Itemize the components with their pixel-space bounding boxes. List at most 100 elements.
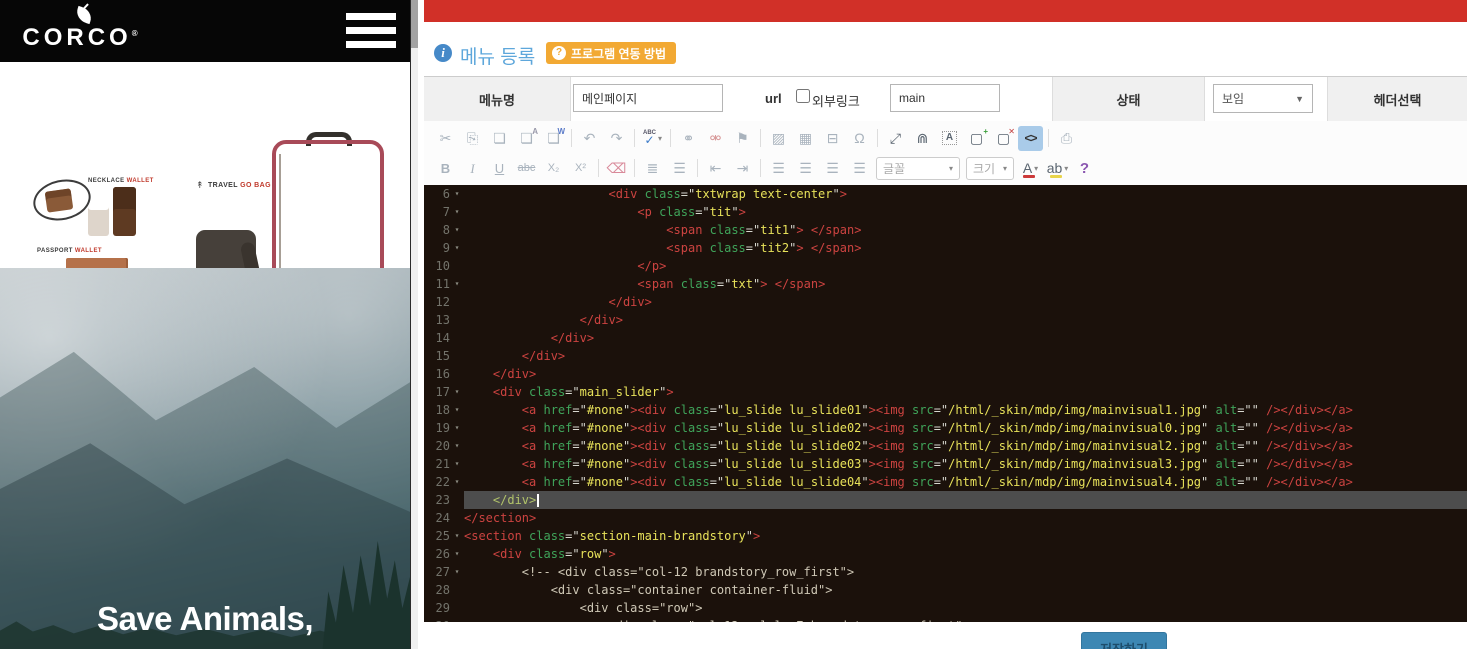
source-icon[interactable]: <> [1018,126,1043,151]
indent-icon[interactable]: ⇥ [730,156,755,181]
fold-caret-icon[interactable]: ▾ [450,275,464,293]
spellcheck-icon[interactable]: ABC✓▾ [640,126,665,151]
paste-icon[interactable]: ❏ [487,126,512,151]
code-line-18: 18▾ <a href="#none"><div class="lu_slide… [424,401,1467,419]
special-char-icon[interactable]: Ω [847,126,872,151]
maximize-icon[interactable]: ⤢ [883,126,908,151]
remove-comment-icon[interactable]: ▢✕ [991,126,1016,151]
fold-caret-icon[interactable]: ▾ [450,473,464,491]
unlink-icon[interactable]: ⚮ [703,126,728,151]
align-right-icon[interactable]: ☰ [820,156,845,181]
table-icon[interactable]: ▦ [793,126,818,151]
code-text: <div class="container container-fluid"> [464,581,1467,599]
outdent-icon[interactable]: ⇤ [703,156,728,181]
fold-caret-icon[interactable]: ▾ [450,221,464,239]
numbered-list-icon[interactable]: ≣ [640,156,665,181]
line-number: 12 [424,293,450,311]
align-center-icon[interactable]: ☰ [793,156,818,181]
line-number: 23 [424,491,450,509]
copy-icon[interactable]: ⎘ [460,126,485,151]
bullet-list-icon[interactable]: ☰ [667,156,692,181]
code-text: <span class="tit1"> </span> [464,221,1467,239]
chevron-down-icon: ▼ [1295,94,1304,104]
align-left-icon[interactable]: ☰ [766,156,791,181]
remove-format-icon[interactable]: ⌫ [604,156,629,181]
image-icon[interactable]: ▨ [766,126,791,151]
font-dropdown[interactable]: 글꼴▾ [876,157,960,180]
strikethrough-icon[interactable]: abc [514,156,539,181]
code-text: </div> [464,365,1467,383]
undo-icon[interactable]: ↶ [577,126,602,151]
paste-text-icon[interactable]: ❏A [514,126,539,151]
bold-icon[interactable]: B [433,156,458,181]
code-line-9: 9▾ <span class="tit2"> </span> [424,239,1467,257]
fold-caret-icon[interactable]: ▾ [450,239,464,257]
fold-caret-icon[interactable]: ▾ [450,203,464,221]
menu-name-input[interactable] [573,84,723,112]
link-icon[interactable]: ⚭ [676,126,701,151]
chevron-down-icon: ▾ [1064,164,1068,173]
fold-spacer [450,491,464,509]
text-color-icon[interactable]: A▾ [1018,156,1043,181]
size-dropdown-label: 크기 [973,160,995,177]
fold-caret-icon[interactable]: ▾ [450,527,464,545]
toolbar-row-1: ✂⎘❏❏A❏W ↶↷ ABC✓▾ ⚭⚮⚑ ▨▦⊟Ω ⤢⋒A▢+▢✕<> ⎙ [432,123,1467,153]
code-text: <div class="row"> [464,545,1467,563]
about-icon[interactable]: ? [1072,156,1097,181]
screen: CORCO® NECKLACE WALLET PASSPORT WALLET ↟… [0,0,1467,649]
site-logo[interactable]: CORCO® [20,4,140,58]
select-all-icon[interactable]: A [937,126,962,151]
fold-caret-icon[interactable]: ▾ [450,437,464,455]
new-comment-icon[interactable]: ▢+ [964,126,989,151]
align-justify-icon[interactable]: ☰ [847,156,872,181]
scrollbar-thumb[interactable] [411,0,418,48]
fold-caret-icon[interactable]: ▾ [450,563,464,581]
fold-caret-icon[interactable]: ▾ [450,401,464,419]
paste-word-icon[interactable]: ❏W [541,126,566,151]
subscript-icon[interactable]: X₂ [541,156,566,181]
cut-icon[interactable]: ✂ [433,126,458,151]
palm-tree-icon: ↟ [196,180,204,191]
code-line-19: 19▾ <a href="#none"><div class="lu_slide… [424,419,1467,437]
hamburger-menu-icon[interactable] [346,13,396,49]
superscript-icon[interactable]: X² [568,156,593,181]
url-label: url [765,91,782,106]
find-replace-icon[interactable]: ⋒ [910,126,935,151]
url-input[interactable] [890,84,1000,112]
print-icon[interactable]: ⎙ [1054,126,1079,151]
source-code-editor[interactable]: 6▾ <div class="txtwrap text-center">7▾ <… [424,185,1467,622]
fold-caret-icon[interactable]: ▾ [450,419,464,437]
editor-toolbar: ✂⎘❏❏A❏W ↶↷ ABC✓▾ ⚭⚮⚑ ▨▦⊟Ω ⤢⋒A▢+▢✕<> ⎙ BIUabcX₂… [424,121,1467,186]
code-text: </p> [464,257,1467,275]
code-text: <!-- <div class="col-12 brandstory_row_f… [464,563,1467,581]
highlight-color-icon[interactable]: ab▾ [1045,156,1070,181]
fold-caret-icon[interactable]: ▾ [450,455,464,473]
code-text: <div class="txtwrap text-center"> [464,185,1467,203]
italic-icon[interactable]: I [460,156,485,181]
underline-icon[interactable]: U [487,156,512,181]
code-line-13: 13 </div> [424,311,1467,329]
external-link-checkbox[interactable] [796,89,810,103]
product-slide[interactable]: NECKLACE WALLET PASSPORT WALLET ↟ TRAVEL… [0,62,410,268]
status-select[interactable]: 보임 ▼ [1213,84,1313,113]
code-text: </div> [464,347,1467,365]
horizontal-line-icon[interactable]: ⊟ [820,126,845,151]
text-cursor [537,494,539,507]
size-dropdown[interactable]: 크기▾ [966,157,1014,180]
code-line-23: 23 </div> [424,491,1467,509]
fold-caret-icon[interactable]: ▾ [450,185,464,203]
line-number: 15 [424,347,450,365]
toolbar-row-2: BIUabcX₂X²⌫≣☰⇤⇥☰☰☰☰글꼴▾크기▾A▾ab▾? [432,153,1467,183]
redo-icon[interactable]: ↷ [604,126,629,151]
save-button[interactable]: 저장하기 [1081,632,1167,649]
fold-caret-icon[interactable]: ▾ [450,383,464,401]
code-line-28: 28 <div class="container container-fluid… [424,581,1467,599]
code-line-8: 8▾ <span class="tit1"> </span> [424,221,1467,239]
line-number: 19 [424,419,450,437]
fold-caret-icon[interactable]: ▾ [450,545,464,563]
fold-spacer [450,347,464,365]
toolbar-separator [877,129,878,147]
program-link-help-button[interactable]: ? 프로그램 연동 방법 [546,42,676,64]
page-title: 메뉴 등록 [460,42,535,69]
anchor-icon[interactable]: ⚑ [730,126,755,151]
